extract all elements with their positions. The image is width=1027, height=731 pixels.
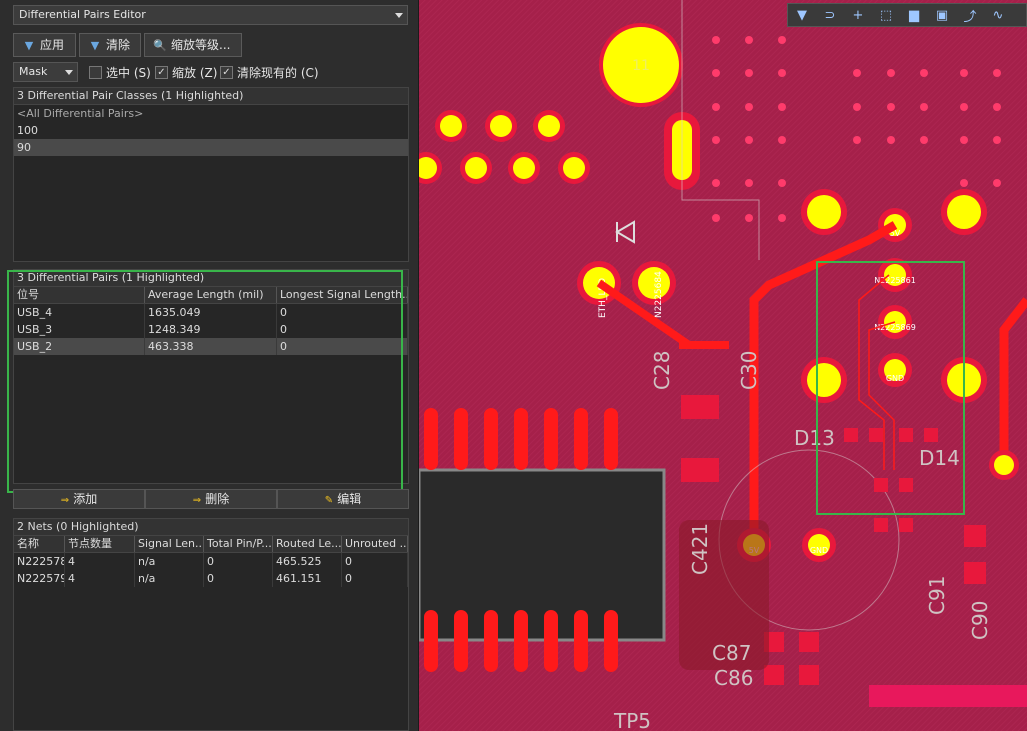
pair-row[interactable]: USB_4 1635.049 0: [14, 304, 408, 321]
svg-text:N2225869: N2225869: [874, 323, 916, 332]
svg-text:C86: C86: [714, 666, 753, 690]
zoom-level-button[interactable]: 🔍 缩放等级...: [144, 33, 242, 57]
svg-text:GND: GND: [886, 374, 904, 383]
classes-header: 3 Differential Pair Classes (1 Highlight…: [14, 88, 408, 105]
svg-text:C87: C87: [712, 641, 751, 665]
interactive-route-icon[interactable]: ⤴: [956, 6, 984, 25]
component-icon[interactable]: ▣: [928, 8, 956, 23]
delete-button[interactable]: ⇒ 删除: [145, 489, 277, 509]
clear-existing-checkbox[interactable]: ✓ 清除现有的 (C): [220, 62, 319, 82]
clear-button[interactable]: ▼ 清除: [79, 33, 141, 57]
panel-title: Differential Pairs Editor: [19, 8, 146, 21]
class-item-100[interactable]: 100: [14, 122, 408, 139]
filter-icon[interactable]: ▼: [788, 8, 816, 23]
add-icon: ⇒: [60, 495, 70, 506]
zoom-checkbox[interactable]: ✓ 缩放 (Z): [155, 62, 217, 82]
chevron-down-icon: [65, 70, 73, 75]
apply-button[interactable]: ▼ 应用: [13, 33, 76, 57]
svg-text:C90: C90: [968, 601, 992, 640]
svg-text:N2225684: N2225684: [654, 271, 664, 318]
clear-filter-icon: ▼: [90, 39, 100, 52]
svg-text:C421: C421: [688, 523, 712, 575]
svg-text:TP5: TP5: [613, 709, 651, 731]
svg-text:N2225861: N2225861: [874, 276, 916, 285]
pairs-column-headers: 位号 Average Length (mil) Longest Signal L…: [14, 287, 408, 304]
classes-section: 3 Differential Pair Classes (1 Highlight…: [13, 87, 409, 262]
class-item-all[interactable]: <All Differential Pairs>: [14, 105, 408, 122]
col-longest-signal[interactable]: Longest Signal Length...: [277, 287, 408, 303]
checkmark-icon: ✓: [220, 65, 233, 79]
col-average-length[interactable]: Average Length (mil): [145, 287, 277, 303]
class-item-90[interactable]: 90: [14, 139, 408, 156]
chevron-down-icon: [395, 13, 403, 18]
pcb-toolbar: ▼ ⊃ + ⬚ ▆ ▣ ⤴ ∿: [787, 3, 1027, 27]
select-checkbox[interactable]: 选中 (S): [89, 62, 151, 82]
svg-text:D14: D14: [919, 446, 960, 470]
pair-row[interactable]: USB_2 463.338 0: [14, 338, 408, 355]
net-row[interactable]: N2225792 4 n/a 0 461.151 0: [14, 570, 408, 587]
edit-button[interactable]: ✎ 编辑: [277, 489, 409, 509]
route-icon[interactable]: ⊃: [816, 8, 844, 23]
net-row[interactable]: N2225789 4 n/a 0 465.525 0: [14, 553, 408, 570]
svg-text:C91: C91: [925, 576, 949, 615]
filter-icon: ▼: [24, 39, 34, 52]
delete-icon: ⇒: [192, 495, 202, 506]
nets-column-headers: 名称 节点数量 Signal Len... Total Pin/P... Rou…: [14, 536, 408, 553]
edit-icon: ✎: [324, 495, 334, 506]
differential-pairs-panel: Differential Pairs Editor ▼ 应用 ▼ 清除 🔍 缩放等级.…: [0, 0, 419, 731]
pcb-canvas[interactable]: 11 ETH_LED N2225684 5V N2225861 N2225869…: [419, 0, 1027, 731]
magnifier-icon: 🔍: [153, 39, 167, 52]
select-rect-icon[interactable]: ⬚: [872, 8, 900, 23]
add-button[interactable]: ⇒ 添加: [13, 489, 145, 509]
pair-actions: ⇒ 添加 ⇒ 删除 ✎ 编辑: [13, 489, 409, 509]
chart-icon[interactable]: ▆: [900, 8, 928, 23]
pad-label: 11: [632, 58, 650, 74]
svg-text:GND: GND: [810, 546, 828, 555]
pair-row[interactable]: USB_3 1248.349 0: [14, 321, 408, 338]
mask-dropdown[interactable]: Mask: [13, 62, 78, 82]
svg-text:D13: D13: [794, 426, 835, 450]
crosshair-icon[interactable]: +: [844, 8, 872, 23]
svg-text:C28: C28: [650, 351, 674, 390]
length-tune-icon[interactable]: ∿: [984, 8, 1012, 23]
checkbox-unchecked: [89, 65, 102, 79]
panel-mode-dropdown[interactable]: Differential Pairs Editor: [13, 5, 408, 25]
svg-text:C30: C30: [737, 351, 761, 390]
pairs-header: 3 Differential Pairs (1 Highlighted): [14, 270, 408, 287]
nets-header: 2 Nets (0 Highlighted): [14, 519, 408, 536]
nets-section: 2 Nets (0 Highlighted) 名称 节点数量 Signal Le…: [13, 518, 409, 731]
col-designator[interactable]: 位号: [14, 287, 145, 303]
pairs-section: 3 Differential Pairs (1 Highlighted) 位号 …: [13, 269, 409, 484]
pcb-view[interactable]: 11 ETH_LED N2225684 5V N2225861 N2225869…: [419, 0, 1027, 731]
checkmark-icon: ✓: [155, 65, 168, 79]
